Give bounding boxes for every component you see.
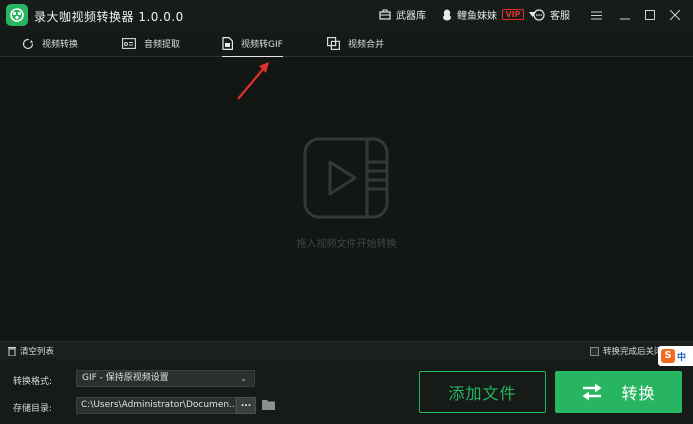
refresh-circle-icon xyxy=(22,38,34,49)
video-file-placeholder-icon xyxy=(303,137,389,219)
ime-toolbar[interactable]: S 中 xyxy=(658,346,693,366)
file-drop-area[interactable]: 拖入视频文件开始转换 xyxy=(0,57,693,341)
auto-close-label: 转换完成后关闭 xyxy=(603,347,663,357)
chat-bubble-icon xyxy=(533,8,545,21)
add-files-button[interactable]: 添加文件 xyxy=(419,371,546,413)
format-label: 转换格式: xyxy=(13,377,53,387)
output-label: 存储目录: xyxy=(13,404,53,414)
drop-hint-text: 拖入视频文件开始转换 xyxy=(296,239,397,250)
armory-label: 武器库 xyxy=(396,11,426,22)
title-bar: 录大咖视频转换器 1.0.0.0 武器库 鲤鱼妹妹 VIP 客服 xyxy=(0,0,693,30)
audio-card-icon xyxy=(122,38,136,49)
user-account[interactable]: 鲤鱼妹妹 VIP xyxy=(442,7,536,22)
format-select-value: GIF - 保持原视频设置 xyxy=(82,373,169,383)
format-select[interactable]: GIF - 保持原视频设置 ⌄ xyxy=(76,370,255,387)
merge-squares-icon xyxy=(327,37,340,50)
ime-mode-label: 中 xyxy=(677,352,687,363)
tab-audio-extract[interactable]: 音频提取 xyxy=(122,30,180,57)
output-path-field[interactable]: C:\Users\Administrator\Documen... xyxy=(76,397,236,414)
sogou-logo-icon: S xyxy=(661,349,675,363)
vip-badge: VIP xyxy=(502,9,524,20)
list-toolbar: 清空列表 转换完成后关闭 xyxy=(0,341,693,359)
app-logo-icon xyxy=(6,4,28,26)
service-label: 客服 xyxy=(550,11,570,22)
close-icon xyxy=(670,10,680,20)
armory-button[interactable]: 武器库 xyxy=(379,7,426,22)
app-title: 录大咖视频转换器 1.0.0.0 xyxy=(34,10,184,24)
open-folder-icon[interactable] xyxy=(262,399,276,410)
clear-list-label: 清空列表 xyxy=(20,347,55,357)
tab-audio-extract-label: 音频提取 xyxy=(144,40,181,50)
menu-button[interactable] xyxy=(587,6,605,24)
chevron-down-icon: ⌄ xyxy=(240,374,247,383)
swap-arrows-icon xyxy=(582,383,602,401)
minimize-icon xyxy=(620,18,630,20)
maximize-button[interactable] xyxy=(641,6,659,24)
tab-video-convert[interactable]: 视频转换 xyxy=(22,30,78,57)
convert-button[interactable]: 转换 xyxy=(555,371,682,413)
settings-panel: 转换格式: GIF - 保持原视频设置 ⌄ 存储目录: C:\Users\Adm… xyxy=(0,359,693,424)
toolbox-icon xyxy=(379,9,391,20)
hamburger-icon xyxy=(590,11,602,19)
service-button[interactable]: 客服 xyxy=(533,7,570,22)
tab-video-merge[interactable]: 视频合并 xyxy=(327,30,384,57)
annotation-arrow xyxy=(237,62,269,100)
tab-video-to-gif-label: 视频转GIF xyxy=(241,40,283,50)
gif-file-icon xyxy=(222,37,233,50)
penguin-icon xyxy=(443,9,451,20)
close-button[interactable] xyxy=(666,6,684,24)
tab-video-merge-label: 视频合并 xyxy=(348,40,385,50)
trash-icon xyxy=(8,347,16,356)
browse-button[interactable]: ... xyxy=(236,397,256,414)
minimize-button[interactable] xyxy=(616,6,634,24)
clear-list-button[interactable]: 清空列表 xyxy=(8,345,54,357)
auto-close-checkbox[interactable] xyxy=(590,346,599,356)
auto-close-option[interactable]: 转换完成后关闭 xyxy=(590,345,663,357)
tab-video-to-gif[interactable]: 视频转GIF xyxy=(222,30,283,58)
maximize-icon xyxy=(645,10,655,20)
convert-label: 转换 xyxy=(621,384,656,403)
user-name: 鲤鱼妹妹 xyxy=(457,11,497,22)
tab-bar: 视频转换 音频提取 视频转GIF 视频合并 xyxy=(0,30,693,58)
tab-video-convert-label: 视频转换 xyxy=(42,40,79,50)
